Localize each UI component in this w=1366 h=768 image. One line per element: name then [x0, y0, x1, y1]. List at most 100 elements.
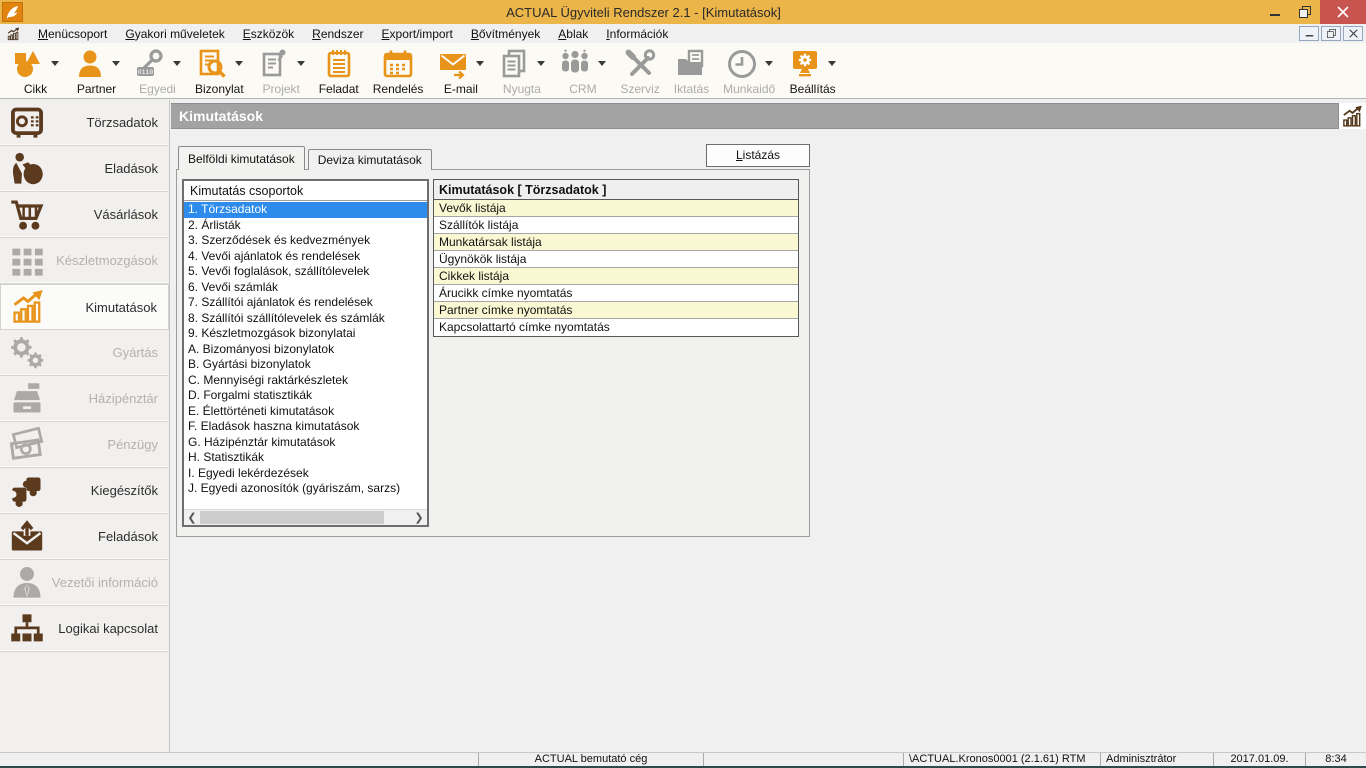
minimize-button[interactable] [1260, 0, 1290, 24]
sidebar-item[interactable]: Vezetői információ [0, 560, 169, 606]
toolbar-button[interactable]: E-mail [430, 43, 491, 98]
sidebar-item[interactable]: Kiegészítők [0, 468, 169, 514]
menu-item[interactable]: Eszközök [234, 26, 303, 42]
toolbar-button[interactable]: Bizonylat [188, 43, 251, 98]
report-group-item[interactable]: B. Gyártási bizonylatok [184, 357, 427, 373]
scrollbar-thumb[interactable] [200, 511, 384, 524]
chevron-down-icon[interactable] [173, 61, 181, 66]
chevron-down-icon[interactable] [476, 61, 484, 66]
report-row[interactable]: Árucikk címke nyomtatás [434, 285, 798, 302]
scrollbar-track[interactable] [200, 510, 411, 526]
toolbar-button-label: E-mail [444, 82, 478, 96]
toolbar-button[interactable]: Cikk [5, 43, 66, 98]
sidebar-item[interactable]: Kimutatások [0, 284, 169, 330]
menu-item[interactable]: Bővítmények [462, 26, 549, 42]
toolbar-button-label: Cikk [24, 82, 47, 96]
toolbar-button[interactable]: Nyugta [491, 43, 552, 98]
toolbar-button-icon [789, 48, 821, 80]
menu-item[interactable]: Rendszer [303, 26, 372, 42]
tab[interactable]: Belföldi kimutatások [178, 146, 305, 170]
menu-item[interactable]: Export/import [373, 26, 462, 42]
sidebar-item-icon [9, 334, 49, 372]
sidebar-item-label: Vásárlások [49, 207, 158, 222]
toolbar-button[interactable]: Beállítás [782, 43, 843, 98]
sidebar-item[interactable]: Vásárlások [0, 192, 169, 238]
toolbar-button[interactable]: Partner [66, 43, 127, 98]
report-group-item[interactable]: 3. Szerződések és kedvezmények [184, 233, 427, 249]
report-group-item[interactable]: D. Forgalmi statisztikák [184, 388, 427, 404]
report-row[interactable]: Ügynökök listája [434, 251, 798, 268]
report-group-item[interactable]: 7. Szállítói ajánlatok és rendelések [184, 295, 427, 311]
sidebar-item[interactable]: Logikai kapcsolat [0, 606, 169, 652]
chevron-down-icon[interactable] [112, 61, 120, 66]
mdi-close-button[interactable] [1343, 26, 1363, 41]
report-row[interactable]: Cikkek listája [434, 268, 798, 285]
report-row[interactable]: Vevők listája [434, 200, 798, 217]
listazas-button[interactable]: Listázás [706, 144, 810, 167]
report-group-item[interactable]: G. Házipénztár kimutatások [184, 435, 427, 451]
sidebar-item[interactable]: Feladások [0, 514, 169, 560]
report-row[interactable]: Szállítók listája [434, 217, 798, 234]
report-group-item[interactable]: 2. Árlisták [184, 218, 427, 234]
report-group-item[interactable]: 6. Vevői számlák [184, 280, 427, 296]
report-row[interactable]: Kapcsolattartó címke nyomtatás [434, 319, 798, 336]
report-group-item[interactable]: 4. Vevői ajánlatok és rendelések [184, 249, 427, 265]
toolbar-button[interactable]: Munkaidő [716, 43, 782, 98]
report-group-item[interactable]: C. Mennyiségi raktárkészletek [184, 373, 427, 389]
report-row[interactable]: Partner címke nyomtatás [434, 302, 798, 319]
sidebar-item[interactable]: Gyártás [0, 330, 169, 376]
report-group-item[interactable]: 5. Vevői foglalások, szállítólevelek [184, 264, 427, 280]
chevron-down-icon[interactable] [765, 61, 773, 66]
toolbar-button[interactable]: Szerviz [613, 43, 666, 98]
toolbar-button-icon [12, 48, 44, 80]
toolbar-button-label: Egyedi [139, 82, 176, 96]
report-group-item[interactable]: E. Élettörténeti kimutatások [184, 404, 427, 420]
close-button[interactable] [1320, 0, 1366, 24]
reports-chart-icon [1338, 103, 1366, 129]
toolbar-button[interactable]: Rendelés [366, 43, 431, 98]
mdi-restore-button[interactable] [1321, 26, 1341, 41]
report-row[interactable]: Munkatársak listája [434, 234, 798, 251]
sidebar-item[interactable]: Házipénztár [0, 376, 169, 422]
menu-item[interactable]: Gyakori műveletek [116, 26, 233, 42]
report-group-item[interactable]: 8. Szállítói szállítólevelek és számlák [184, 311, 427, 327]
report-group-item[interactable]: 9. Készletmozgások bizonylatai [184, 326, 427, 342]
report-group-item[interactable]: 1. Törzsadatok [184, 202, 427, 218]
toolbar-button[interactable]: Iktatás [667, 43, 716, 98]
toolbar-button[interactable]: Projekt [251, 43, 312, 98]
report-groups-listbox: Kimutatás csoportok 1. Törzsadatok 2. Ár… [182, 179, 429, 527]
chevron-down-icon[interactable] [828, 61, 836, 66]
sidebar-item[interactable]: Eladások [0, 146, 169, 192]
toolbar-button[interactable]: Feladat [312, 43, 366, 98]
toolbar-button-icon [559, 48, 591, 80]
window-title: ACTUAL Ügyviteli Rendszer 2.1 - [Kimutat… [27, 5, 1260, 20]
scroll-right-icon[interactable]: ❯ [411, 510, 427, 526]
report-group-item[interactable]: J. Egyedi azonosítók (gyáriszám, sarzs) [184, 481, 427, 497]
chevron-down-icon[interactable] [297, 61, 305, 66]
report-group-item[interactable]: I. Egyedi lekérdezések [184, 466, 427, 482]
report-group-item[interactable]: A. Bizományosi bizonylatok [184, 342, 427, 358]
report-group-item[interactable]: H. Statisztikák [184, 450, 427, 466]
menu-item[interactable]: Menücsoport [29, 26, 116, 42]
sidebar-item-label: Kiegészítők [49, 483, 158, 498]
sidebar-item-icon [10, 288, 50, 326]
restore-button[interactable] [1290, 0, 1320, 24]
mdi-minimize-button[interactable] [1299, 26, 1319, 41]
sidebar-item-icon [9, 242, 49, 280]
chevron-down-icon[interactable] [51, 61, 59, 66]
sidebar-item[interactable]: Törzsadatok [0, 100, 169, 146]
scroll-left-icon[interactable]: ❮ [184, 510, 200, 526]
main-toolbar: Cikk Partner Egyed [0, 43, 1366, 99]
toolbar-button[interactable]: Egyedi [127, 43, 188, 98]
report-group-item[interactable]: F. Eladások haszna kimutatások [184, 419, 427, 435]
menu-item[interactable]: Információk [597, 26, 677, 42]
sidebar-item[interactable]: Pénzügy [0, 422, 169, 468]
chevron-down-icon[interactable] [598, 61, 606, 66]
menu-item[interactable]: Ablak [549, 26, 597, 42]
sidebar-item[interactable]: Készletmozgások [0, 238, 169, 284]
tab[interactable]: Deviza kimutatások [308, 149, 432, 170]
chevron-down-icon[interactable] [235, 61, 243, 66]
toolbar-button[interactable]: CRM [552, 43, 613, 98]
horizontal-scrollbar[interactable]: ❮ ❯ [184, 509, 427, 525]
chevron-down-icon[interactable] [537, 61, 545, 66]
